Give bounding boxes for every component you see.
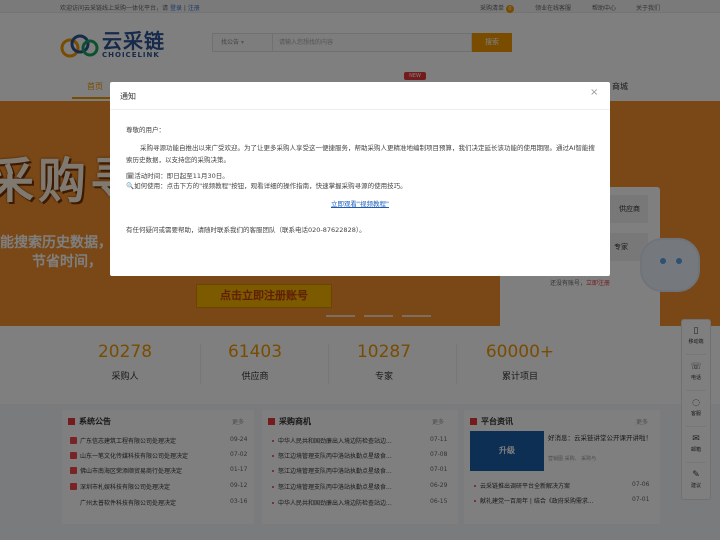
notice-modal: 通知 × 尊敬的用户： 采购寻源功能自推出以来广受欢迎。为了让更多采购人享受这一… (110, 82, 610, 276)
modal-greeting: 尊敬的用户： (126, 126, 165, 134)
video-tutorial-link[interactable]: 立即观看"视频教程" (110, 198, 610, 208)
divider (110, 109, 610, 110)
close-icon[interactable]: × (590, 87, 598, 98)
modal-contact: 有任何疑问或需要帮助，请随时联系我们的客服团队（联系电话020-87622828… (126, 226, 366, 234)
modal-body: 采购寻源功能自推出以来广受欢迎。为了让更多采购人享受这一便捷服务，帮助采购人更精… (126, 144, 595, 164)
modal-howto: 🔍如何使用：点击下方的"视频教程"按钮，观看详细的操作指南，快速掌握采购寻源的使… (126, 182, 407, 190)
modal-title: 通知 (120, 92, 136, 101)
